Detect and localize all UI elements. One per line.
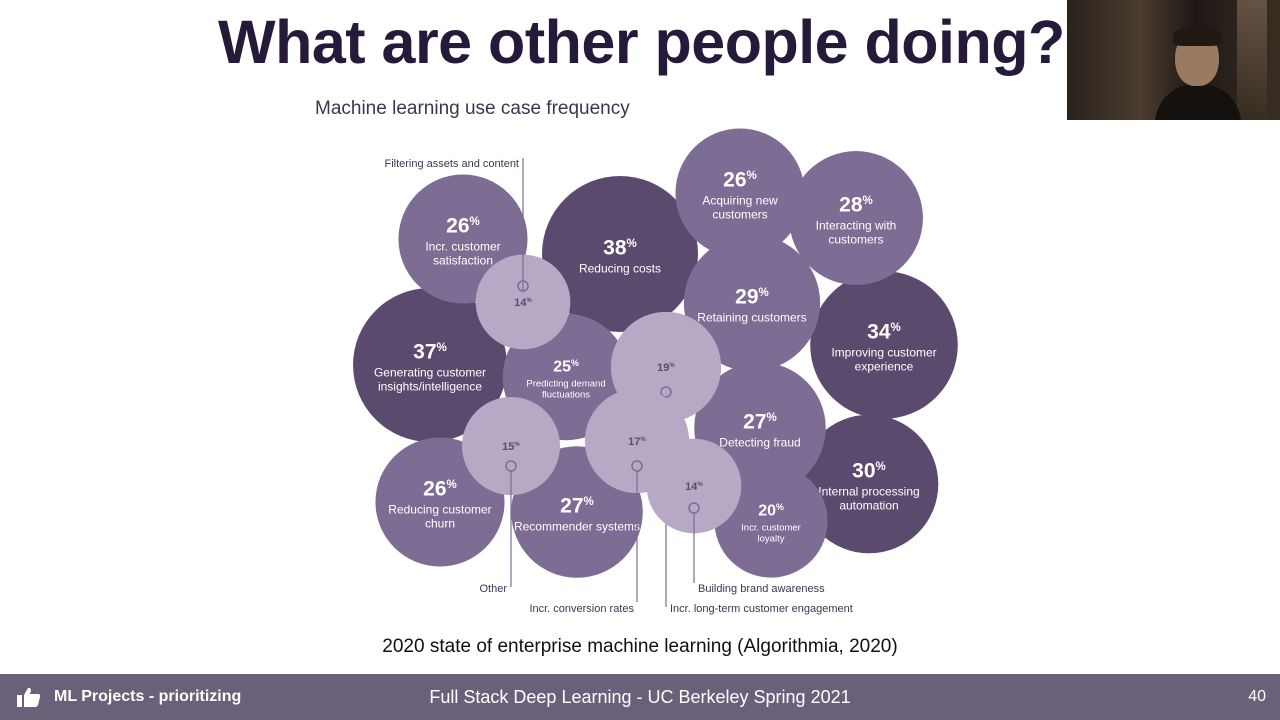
- bubble-unit: %: [747, 170, 757, 182]
- bubble-unit: %: [776, 502, 784, 512]
- bubble-label: Predicting demand: [526, 379, 605, 390]
- bubble-unit: %: [891, 322, 901, 334]
- bubble-unit: %: [584, 496, 594, 508]
- footer-course: Full Stack Deep Learning - UC Berkeley S…: [429, 687, 851, 707]
- bubble-unit: %: [571, 358, 579, 368]
- bubble-label: experience: [855, 359, 914, 373]
- bubble-unit: %: [470, 216, 480, 228]
- bubble-label: Reducing costs: [579, 261, 661, 275]
- bubble-label: insights/intelligence: [378, 379, 482, 393]
- bubble-label: Incr. customer: [425, 239, 500, 253]
- bubble-label: loyalty: [758, 534, 785, 545]
- bubble-label: Internal processing: [818, 484, 919, 498]
- bubble-unit: %: [759, 287, 769, 299]
- bubble-label: fluctuations: [542, 390, 590, 401]
- bubble-unit: %: [514, 442, 520, 448]
- bubble-unit: %: [627, 238, 637, 250]
- bubble-unit: %: [447, 479, 457, 491]
- bubble-external-label: Building brand awareness: [698, 583, 825, 595]
- bubble-chart: 38%Reducing costs37%Generating customeri…: [353, 128, 958, 615]
- bubble-unit: %: [669, 363, 675, 369]
- bubble-label: Incr. customer: [741, 523, 801, 534]
- bubble-label: customers: [712, 207, 767, 221]
- bubble-9: 26%Acquiring newcustomers: [675, 128, 805, 258]
- bubble-label: customers: [828, 232, 883, 246]
- bubble-label: Detecting fraud: [719, 435, 800, 449]
- bubble-label: Recommender systems: [514, 519, 640, 533]
- source-caption: 2020 state of enterprise machine learnin…: [382, 636, 898, 657]
- bubble-label: Interacting with: [816, 218, 897, 232]
- bubble-label: churn: [425, 516, 455, 530]
- bubble-external-label: Other: [479, 583, 507, 595]
- bubble-external-label: Incr. conversion rates: [529, 603, 634, 615]
- bubble-unit: %: [640, 437, 646, 443]
- page-number: 40: [1248, 688, 1266, 705]
- bubble-label: automation: [839, 498, 898, 512]
- bubble-external-label: Incr. long-term customer engagement: [670, 603, 853, 615]
- slide-footer: ML Projects - prioritizing Full Stack De…: [0, 674, 1280, 720]
- bubble-label: Reducing customer: [388, 502, 491, 516]
- bubble-label: Generating customer: [374, 365, 486, 379]
- bubble-unit: %: [697, 482, 703, 488]
- bubble-unit: %: [767, 412, 777, 424]
- bubble-2: 34%Improving customerexperience: [810, 271, 958, 419]
- bubble-external-label: Filtering assets and content: [384, 158, 519, 170]
- bubble-unit: %: [526, 298, 532, 304]
- bubble-label: satisfaction: [433, 253, 493, 267]
- bubble-unit: %: [876, 461, 886, 473]
- bubble-unit: %: [863, 195, 873, 207]
- bubble-label: Improving customer: [831, 345, 936, 359]
- bubble-5: 28%Interacting withcustomers: [789, 151, 923, 285]
- bubble-unit: %: [437, 342, 447, 354]
- bubble-label: Retaining customers: [697, 310, 806, 324]
- bubble-label: Acquiring new: [702, 193, 778, 207]
